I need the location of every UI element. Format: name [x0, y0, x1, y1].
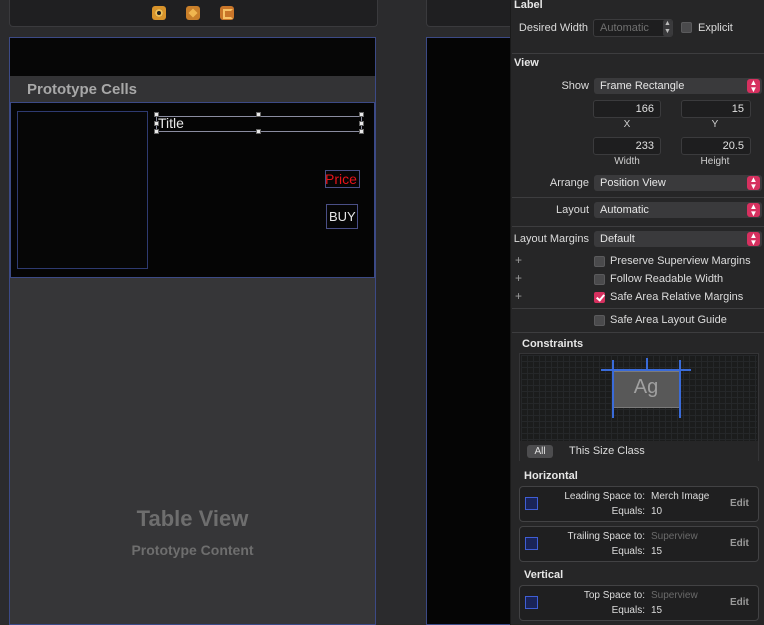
- resize-handle[interactable]: [256, 129, 261, 134]
- constraint-value: 15: [651, 546, 663, 557]
- resize-handle[interactable]: [359, 112, 364, 117]
- exit-icon[interactable]: [220, 6, 234, 20]
- leading-constraint-line[interactable]: [612, 360, 614, 418]
- trailing-constraint-line[interactable]: [679, 360, 681, 418]
- explicit-label: Explicit: [698, 22, 733, 34]
- resize-handle[interactable]: [154, 112, 159, 117]
- y-field[interactable]: 15: [681, 100, 751, 118]
- add-variation-icon[interactable]: +: [515, 253, 522, 267]
- constraint-value: Superview: [651, 590, 698, 601]
- layout-margins-popup[interactable]: Default: [594, 231, 762, 247]
- tab-this-size-class[interactable]: This Size Class: [569, 445, 645, 457]
- constraint-key: Trailing Space to:: [567, 531, 645, 542]
- desired-width-stepper[interactable]: ▲ ▼: [663, 20, 672, 36]
- layout-margins-popup-chevron-icon[interactable]: ▲ ▼: [747, 232, 760, 247]
- safe-area-relative-margins-checkbox[interactable]: [594, 292, 605, 303]
- follow-readable-width-checkbox[interactable]: [594, 274, 605, 285]
- second-scene-canvas[interactable]: [426, 37, 510, 625]
- price-label[interactable]: Price: [325, 171, 357, 187]
- constraint-value: Superview: [651, 531, 698, 542]
- vertical-section-title: Vertical: [524, 569, 564, 581]
- constraint-key: Equals:: [611, 546, 645, 557]
- divider: [512, 332, 764, 333]
- arrange-popup[interactable]: Position View: [594, 175, 762, 191]
- constraint-value: 10: [651, 506, 663, 517]
- divider: [512, 197, 764, 198]
- title-label[interactable]: Title: [158, 115, 184, 131]
- view-controller-icon[interactable]: [152, 6, 166, 20]
- merch-image-view[interactable]: [17, 111, 148, 269]
- layout-popup-chevron-icon[interactable]: ▲ ▼: [747, 203, 760, 218]
- view-section-title: View: [514, 57, 539, 69]
- tab-all[interactable]: All: [527, 445, 553, 458]
- desired-width-label: Desired Width: [518, 22, 588, 34]
- divider: [512, 308, 764, 309]
- safe-area-relative-margins-label: Safe Area Relative Margins: [610, 291, 744, 303]
- layout-label: Layout: [555, 204, 589, 216]
- resize-handle[interactable]: [154, 121, 159, 126]
- horizontal-section-title: Horizontal: [524, 470, 578, 482]
- constraint-key: Equals:: [611, 506, 645, 517]
- add-variation-icon[interactable]: +: [515, 271, 522, 285]
- resize-handle[interactable]: [359, 129, 364, 134]
- label-section-title: Label: [514, 0, 543, 11]
- preserve-superview-margins-checkbox[interactable]: [594, 256, 605, 267]
- constraint-value: Merch Image: [651, 491, 710, 502]
- divider: [512, 226, 764, 227]
- desired-width-field[interactable]: Automatic: [593, 19, 673, 37]
- resize-handle[interactable]: [359, 121, 364, 126]
- scene-dock-secondary: [426, 0, 518, 27]
- layout-margins-label: Layout Margins: [513, 233, 589, 245]
- safe-area-layout-guide-label: Safe Area Layout Guide: [610, 314, 727, 326]
- top-constraint-line[interactable]: [646, 358, 648, 371]
- height-label: Height: [700, 156, 730, 167]
- resize-handle[interactable]: [256, 112, 261, 117]
- arrange-label: Arrange: [549, 177, 589, 189]
- constraint-key: Equals:: [611, 605, 645, 616]
- layout-popup[interactable]: Automatic: [594, 202, 762, 218]
- add-variation-icon[interactable]: +: [515, 289, 522, 303]
- resize-handle[interactable]: [154, 129, 159, 134]
- explicit-checkbox[interactable]: [681, 22, 692, 33]
- constraint-preview-text: Ag: [633, 376, 659, 398]
- edit-trailing-button[interactable]: Edit: [730, 538, 749, 549]
- constraint-key: Top Space to:: [583, 590, 645, 601]
- constraint-key: Leading Space to:: [564, 491, 645, 502]
- x-label: X: [623, 119, 631, 130]
- buy-button[interactable]: BUY: [329, 209, 356, 224]
- x-field[interactable]: 166: [593, 100, 661, 118]
- edit-leading-button[interactable]: Edit: [730, 498, 749, 509]
- arrange-popup-chevron-icon[interactable]: ▲ ▼: [747, 176, 760, 191]
- y-label: Y: [711, 119, 719, 130]
- safe-area-layout-guide-checkbox[interactable]: [594, 315, 605, 326]
- show-popup-chevron-icon[interactable]: ▲ ▼: [747, 79, 760, 94]
- table-view-placeholder-title: Table View: [136, 506, 249, 531]
- table-view-placeholder-subtitle: Prototype Content: [131, 542, 254, 558]
- first-responder-icon[interactable]: [186, 6, 200, 20]
- constraint-value: 15: [651, 605, 663, 616]
- divider: [512, 53, 764, 54]
- show-popup[interactable]: Frame Rectangle: [594, 78, 762, 94]
- edit-top-button[interactable]: Edit: [730, 597, 749, 608]
- height-field[interactable]: 20.5: [681, 137, 751, 155]
- width-field[interactable]: 233: [593, 137, 661, 155]
- follow-readable-width-label: Follow Readable Width: [610, 273, 724, 285]
- navigation-bar: [10, 38, 375, 76]
- width-label: Width: [614, 156, 640, 167]
- constraints-section-title: Constraints: [522, 338, 584, 350]
- show-label: Show: [561, 80, 589, 92]
- preserve-superview-margins-label: Preserve Superview Margins: [610, 255, 751, 267]
- prototype-cells-label: Prototype Cells: [27, 81, 138, 98]
